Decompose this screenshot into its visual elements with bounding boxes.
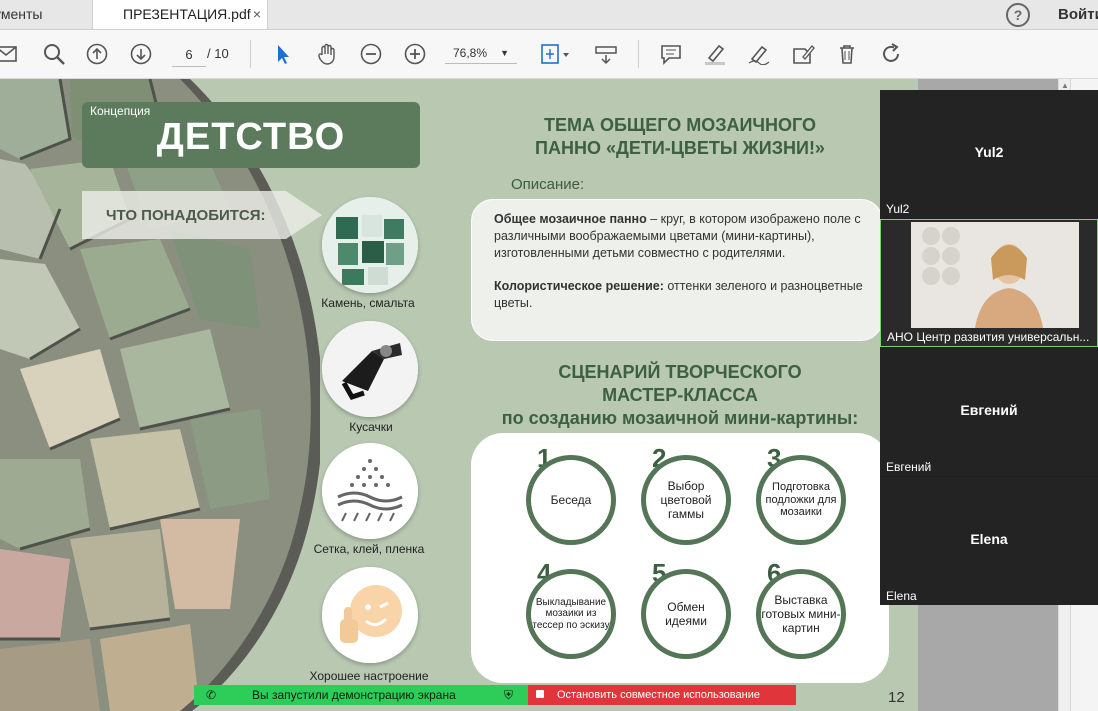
zoom-value: 76,8%: [453, 46, 488, 60]
title-block: Концепция ДЕТСТВО: [82, 102, 420, 168]
stop-sharing-label: Остановить совместное использование: [557, 689, 760, 701]
comment-icon[interactable]: [659, 42, 683, 66]
close-tab-icon[interactable]: ×: [253, 0, 261, 29]
nippers-image: [322, 321, 418, 417]
shield-icon: ⛨: [504, 688, 514, 702]
rotate-icon[interactable]: [879, 42, 903, 66]
participant-name: Elena: [970, 531, 1008, 547]
chevron-down-icon: ▼: [500, 48, 509, 58]
participant-video: [911, 222, 1079, 328]
participant-label: Elena: [886, 589, 917, 603]
zoom-select[interactable]: 76,8% ▼: [445, 42, 517, 64]
step-label: Выбор цветовой гаммы: [660, 479, 712, 521]
toolbar: / 10 76,8% ▼: [0, 30, 1098, 79]
description-paragraph: Общее мозаичное панно – круг, в котором …: [494, 211, 868, 262]
next-page-icon[interactable]: [129, 42, 153, 66]
needs-banner: ЧТО ПОНАДОБИТСЯ:: [82, 191, 322, 239]
step-3: Подготовка подложки для мозаики: [756, 455, 846, 545]
mail-icon[interactable]: [0, 42, 18, 66]
step-label: Беседа: [550, 493, 592, 507]
scenario-title-line: МАСТЕР-КЛАССА: [602, 385, 758, 405]
item-caption: Хорошее настроение: [309, 669, 429, 683]
toolbar-divider: [638, 40, 639, 68]
item-caption: Кусачки: [349, 420, 393, 434]
mesh-glue-film-image: [322, 443, 418, 539]
step-label: Выкладывание мозаики из тессер по эскизу: [532, 596, 610, 631]
participant-label: АНО Центр развития универсальн...: [887, 330, 1090, 344]
stop-icon: [536, 690, 544, 698]
slide-page-number: 12: [888, 689, 905, 706]
select-cursor-icon[interactable]: [271, 42, 295, 66]
description-box: Общее мозаичное панно – круг, в котором …: [471, 199, 883, 341]
help-icon[interactable]: ?: [1006, 3, 1030, 27]
trash-icon[interactable]: [835, 42, 859, 66]
slide-page: Концепция ДЕТСТВО ЧТО ПОНАДОБИТСЯ: Камен…: [0, 79, 918, 711]
participant-label: Евгений: [886, 460, 932, 474]
participant-tile[interactable]: Евгений Евгений: [880, 348, 1098, 476]
participant-name: Yul2: [974, 144, 1004, 160]
step-label: Обмен идеями: [665, 600, 707, 628]
sign-pen-icon[interactable]: [747, 42, 771, 66]
step-label: Выставка готовых мини-картин: [761, 593, 841, 635]
tab-tools[interactable]: ументы: [0, 0, 84, 29]
tab-bar: ументы ПРЕЗЕНТАЦИЯ.pdf × ? Войти: [0, 0, 1098, 30]
step-label: Подготовка подложки для мозаики: [765, 481, 837, 519]
participant-tile-active-speaker[interactable]: АНО Центр развития универсальн...: [880, 219, 1098, 347]
scenario-title: СЦЕНАРИЙ ТВОРЧЕСКОГО МАСТЕР-КЛАССА по со…: [470, 361, 890, 430]
tab-label: ПРЕЗЕНТАЦИЯ.pdf: [123, 6, 251, 22]
item-caption: Камень, смальта: [321, 296, 415, 310]
theme-title-line: ПАННО «ДЕТИ-ЦВЕТЫ ЖИЗНИ!»: [535, 138, 825, 158]
participant-tile[interactable]: Yul2 Yul2: [880, 90, 1098, 218]
previous-page-icon[interactable]: [85, 42, 109, 66]
video-participants-panel: Yul2 Yul2 АНО Центр развития универсальн…: [880, 90, 1098, 605]
desc-bold: Колористическое решение:: [494, 279, 664, 293]
stop-sharing-button[interactable]: Остановить совместное использование: [528, 685, 796, 705]
participant-label: Yul2: [886, 202, 910, 216]
page-total: / 10: [207, 46, 229, 61]
description-paragraph: Колористическое решение: оттенки зеленог…: [494, 278, 868, 312]
search-icon[interactable]: [42, 42, 66, 66]
step-4: Выкладывание мозаики из тессер по эскизу: [526, 569, 616, 659]
phone-icon: ✆: [206, 688, 217, 702]
slide-title: ДЕТСТВО: [156, 116, 346, 158]
step-5: Обмен идеями: [641, 569, 731, 659]
stone-mosaic-image: [0, 79, 320, 711]
theme-title: ТЕМА ОБЩЕГО МОЗАИЧНОГО ПАННО «ДЕТИ-ЦВЕТЫ…: [470, 114, 890, 160]
description-label: Описание:: [511, 176, 585, 193]
step-6: Выставка готовых мини-картин: [756, 569, 846, 659]
screen-share-status-bar[interactable]: ✆ Вы запустили демонстрацию экрана ⛨: [194, 685, 528, 705]
scroll-up-icon[interactable]: ▲: [1061, 81, 1069, 90]
good-mood-image: [322, 567, 418, 663]
step-1: Беседа: [526, 455, 616, 545]
read-mode-icon[interactable]: [594, 42, 618, 66]
hand-tool-icon[interactable]: [315, 42, 339, 66]
stone-smalt-image: [322, 197, 418, 293]
share-status-text: Вы запустили демонстрацию экрана: [252, 688, 456, 702]
scenario-subtitle: по созданию мозаичной мини-картины:: [501, 408, 859, 428]
participant-name: Евгений: [960, 402, 1018, 418]
zoom-in-icon[interactable]: [403, 42, 427, 66]
fit-page-icon[interactable]: [538, 42, 572, 66]
scenario-title-line: СЦЕНАРИЙ ТВОРЧЕСКОГО: [558, 362, 802, 382]
zoom-out-icon[interactable]: [359, 42, 383, 66]
step-2: Выбор цветовой гаммы: [641, 455, 731, 545]
page-number-input[interactable]: [172, 42, 206, 67]
sign-in-button[interactable]: Войти: [1058, 0, 1098, 29]
toolbar-divider: [250, 40, 251, 68]
edit-document-icon[interactable]: [791, 42, 815, 66]
desc-bold: Общее мозаичное панно: [494, 212, 647, 226]
theme-title-line: ТЕМА ОБЩЕГО МОЗАИЧНОГО: [543, 115, 817, 135]
participant-tile[interactable]: Elena Elena: [880, 477, 1098, 605]
item-caption: Сетка, клей, пленка: [313, 542, 425, 556]
highlight-pen-icon[interactable]: [703, 42, 727, 66]
tab-presentation-pdf[interactable]: ПРЕЗЕНТАЦИЯ.pdf ×: [92, 0, 268, 29]
needs-label: ЧТО ПОНАДОБИТСЯ:: [106, 207, 266, 224]
